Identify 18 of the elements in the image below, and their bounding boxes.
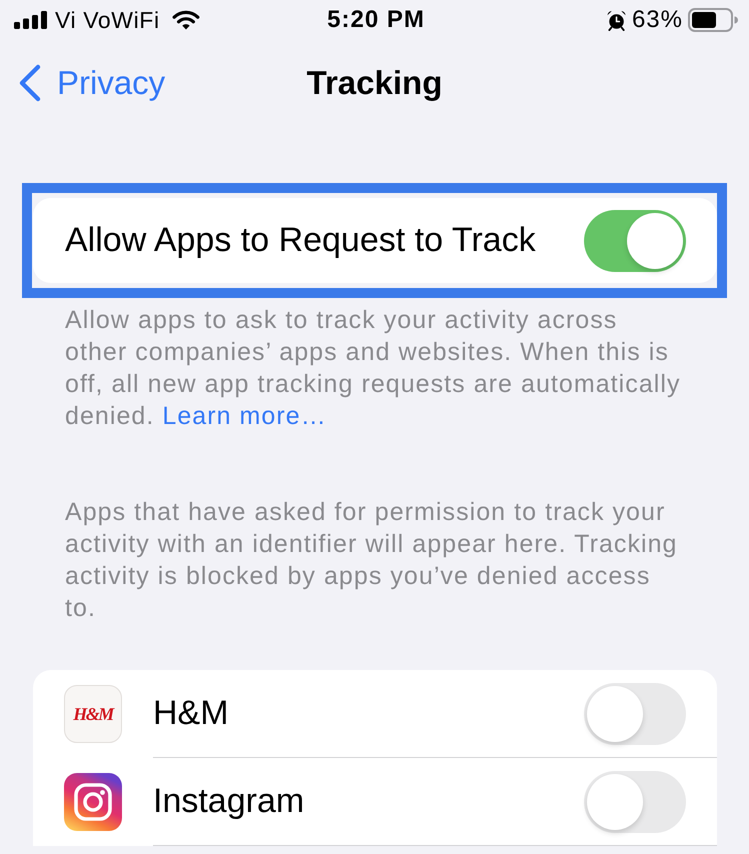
battery-percent: 63% — [632, 6, 683, 34]
chevron-left-icon — [18, 64, 42, 102]
page-title: Tracking — [306, 64, 442, 102]
footer-text: Allow apps to ask to track your activity across other companies’ apps and websites. When this is off, all new app tracking requests are automatically denied. Learn more… — [65, 305, 681, 432]
status-time: 5:20 PM — [327, 6, 425, 34]
description-text: Apps that have asked for permission to track your activity with an identifier will appear here. Tracking activity is blocked by apps you’ve denied access to. — [65, 497, 678, 624]
logo-text: H&M — [73, 704, 113, 724]
signal-icon — [14, 11, 48, 29]
learn-more-link[interactable]: Learn more… — [162, 402, 327, 430]
camera-app-icon — [64, 773, 122, 831]
battery-icon — [688, 8, 738, 32]
back-button[interactable]: Privacy — [0, 64, 166, 102]
alarm-icon — [606, 10, 627, 30]
setting-label: Allow Apps to Request to Track — [65, 221, 536, 260]
app-name: H&M — [153, 694, 229, 733]
wifi-icon — [172, 10, 200, 30]
carrier-name: Vi VoWiFi — [55, 6, 160, 34]
app-name: Instagram — [153, 782, 304, 821]
